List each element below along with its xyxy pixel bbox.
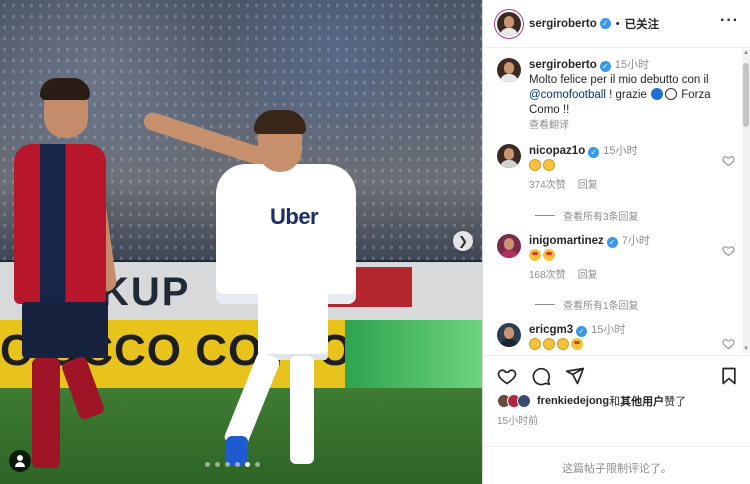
scroll-up-icon[interactable]: ▲ (742, 50, 750, 56)
view-replies-button[interactable]: 查看所有3条回复 (535, 208, 639, 223)
comment-time: 15小时 (591, 324, 626, 336)
avatar[interactable] (497, 58, 521, 82)
carousel-dot (235, 462, 240, 467)
verified-icon: ✓ (599, 18, 611, 29)
star-eyes-emoji (529, 249, 541, 261)
shirt-sponsor: Uber (270, 204, 319, 229)
verified-icon: ✓ (606, 237, 618, 248)
carousel-dot (205, 462, 210, 467)
comment-username[interactable]: inigomartinez (529, 235, 604, 247)
chevron-right-icon[interactable]: ❯ (453, 231, 473, 251)
avatar[interactable] (497, 144, 521, 168)
verified-icon: ✓ (576, 326, 588, 337)
comment-username[interactable]: nicopaz1o (529, 145, 585, 157)
see-translation-link[interactable]: 查看翻译 (529, 120, 569, 131)
mention-link[interactable]: @comofootball (529, 89, 606, 101)
reply-button[interactable]: 回复 (578, 180, 598, 191)
clap-emoji (557, 338, 569, 350)
likes-connector: 和 (609, 396, 621, 408)
caption-username[interactable]: sergiroberto (529, 59, 597, 71)
comment-heart-icon[interactable] (722, 154, 735, 167)
clap-emoji (543, 338, 555, 350)
carousel-dot (215, 462, 220, 467)
avatar[interactable] (497, 11, 521, 36)
liker-avatars[interactable] (497, 394, 531, 408)
clap-emoji (529, 338, 541, 350)
scrollbar-thumb[interactable] (743, 63, 749, 127)
caption-text-middle: ! grazie (605, 89, 650, 101)
star-eyes-emoji (543, 249, 555, 261)
comment-like-count[interactable]: 168次赞 (529, 270, 566, 281)
caption-time: 15小时 (614, 59, 649, 71)
star-eyes-emoji (571, 338, 583, 350)
avatar[interactable] (497, 323, 521, 347)
comments-limited-notice: 这篇帖子限制评论了。 (483, 446, 750, 476)
post-side-panel: sergiroberto ✓ • 已关注 ··· sergiroberto ✓ 15… (482, 0, 750, 484)
likes-suffix: 赞了 (664, 396, 687, 408)
heart-icon[interactable] (497, 366, 517, 386)
comment-heart-icon[interactable] (722, 244, 735, 257)
white-circle-emoji (665, 88, 677, 100)
post-header: sergiroberto ✓ • 已关注 ··· (483, 0, 750, 48)
post-photo[interactable]: KUP CIOCCO COTTO Uber ❯ (0, 0, 482, 484)
comment-like-count[interactable]: 374次赞 (529, 180, 566, 191)
verified-icon: ✓ (588, 147, 600, 158)
comments-list[interactable]: sergiroberto ✓ 15小时 Molto felice per il mi… (483, 49, 743, 353)
opponent-player (8, 78, 118, 484)
header-separator: • (615, 17, 620, 30)
comment-time: 15小时 (603, 145, 638, 157)
comment-icon[interactable] (531, 366, 551, 386)
ellipsis-icon[interactable]: ··· (720, 12, 739, 30)
view-replies-button[interactable]: 查看所有1条回复 (535, 297, 639, 312)
header-username[interactable]: sergiroberto (529, 18, 597, 30)
post-timestamp[interactable]: 15小时前 (497, 412, 538, 427)
post-actions: frenkiedejong 和其他用户 赞了 15小时前 这篇帖子限制评论了。 (483, 355, 750, 484)
carousel-dots (205, 462, 260, 467)
send-icon[interactable] (565, 366, 585, 386)
carousel-dot (255, 462, 260, 467)
following-status[interactable]: 已关注 (625, 16, 660, 32)
comment-username[interactable]: ericgm3 (529, 324, 573, 336)
avatar[interactable] (497, 234, 521, 258)
comment-heart-icon[interactable] (722, 337, 735, 350)
caption-text-start: Molto felice per il mio debutto con il (529, 74, 709, 86)
carousel-dot-active (245, 462, 250, 467)
other-likers-link[interactable]: 其他用户 (620, 393, 664, 409)
comments-scrollbar[interactable]: ▲ ▼ (742, 49, 750, 353)
carousel-dot (225, 462, 230, 467)
view-replies-label: 查看所有1条回复 (563, 301, 639, 312)
main-player: Uber (130, 110, 380, 470)
liker-username[interactable]: frenkiedejong (537, 395, 609, 407)
scroll-down-icon[interactable]: ▼ (742, 346, 750, 352)
raised-hands-emoji (543, 159, 555, 171)
verified-icon: ✓ (599, 61, 611, 72)
view-replies-label: 查看所有3条回复 (563, 212, 639, 223)
blue-circle-emoji (651, 88, 663, 100)
reply-button[interactable]: 回复 (578, 270, 598, 281)
likes-summary: frenkiedejong 和其他用户 赞了 (497, 393, 686, 409)
comment-time: 7小时 (621, 235, 650, 247)
user-tag-icon[interactable] (9, 450, 31, 472)
clap-emoji (529, 159, 541, 171)
bookmark-icon[interactable] (719, 366, 739, 386)
